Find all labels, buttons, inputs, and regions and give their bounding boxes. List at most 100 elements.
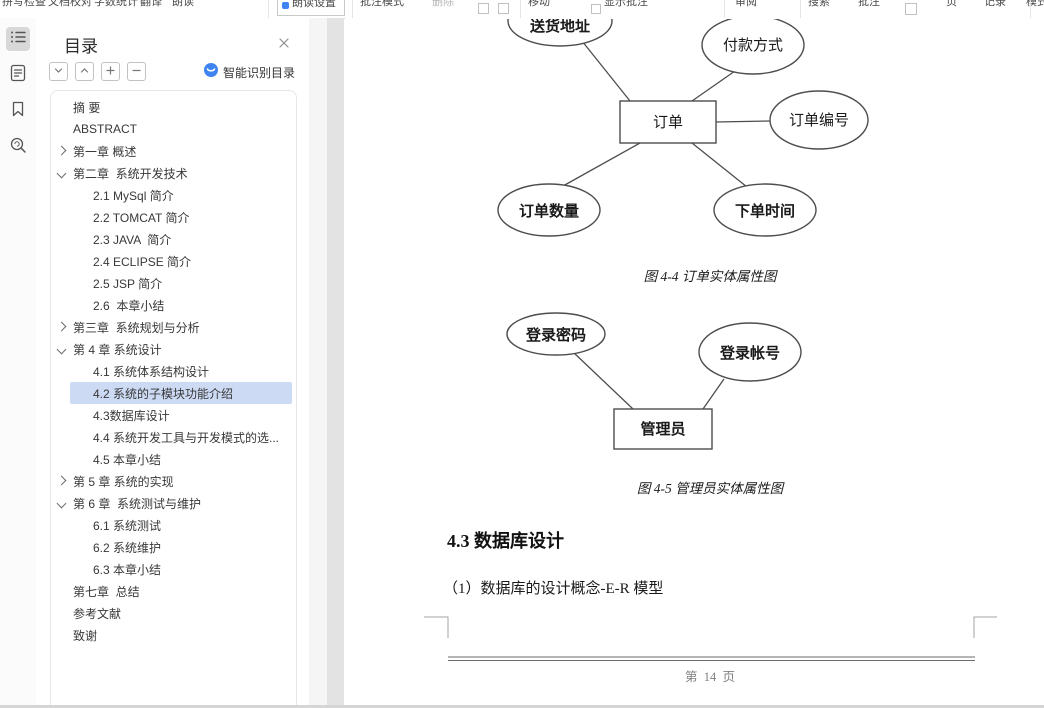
- collapse-all-button[interactable]: [127, 62, 146, 81]
- toc-item[interactable]: 2.4 ECLIPSE 简介: [70, 250, 292, 272]
- panel-gutter: [309, 18, 327, 708]
- toolbar-item[interactable]: 拼写检查: [2, 0, 46, 9]
- toolbar-separator: [800, 0, 801, 18]
- toolbar-mini-icon[interactable]: [498, 3, 509, 14]
- figure-caption: 图 4-5 管理员实体属性图: [637, 481, 786, 496]
- toc-item[interactable]: 4.2 系统的子模块功能介绍: [70, 382, 292, 404]
- search-button[interactable]: [6, 135, 30, 159]
- chevron-right-icon[interactable]: [56, 145, 67, 156]
- toolbar-mini-icon[interactable]: [478, 3, 489, 14]
- footer-rule: [448, 656, 975, 661]
- toolbar-item[interactable]: 翻译: [140, 0, 162, 9]
- toc-item[interactable]: 参考文献: [70, 602, 292, 624]
- toc-item[interactable]: 6.2 系统维护: [70, 536, 292, 558]
- toolbar-item[interactable]: 审阅: [735, 0, 757, 9]
- expand-all-button[interactable]: [101, 62, 120, 81]
- toc-item-label: 4.3数据库设计: [93, 408, 170, 423]
- toolbar-item[interactable]: 字数统计: [94, 0, 138, 9]
- toc-item[interactable]: 第三章 系统规划与分析: [56, 316, 292, 338]
- toolbar-separator: [520, 0, 521, 18]
- toolbar-separator: [268, 0, 269, 18]
- toc-item[interactable]: 第 4 章 系统设计: [56, 338, 292, 360]
- margin-corner-marks: [424, 616, 997, 638]
- toc-item[interactable]: 4.1 系统体系结构设计: [70, 360, 292, 382]
- chevron-right-icon[interactable]: [56, 321, 67, 332]
- smart-toc-label: 智能识别目录: [223, 66, 296, 80]
- toc-item[interactable]: 第七章 总结: [70, 580, 292, 602]
- attribute-label: 登录帐号: [719, 344, 780, 362]
- toc-item-label: 参考文献: [73, 606, 122, 621]
- plus-icon: [105, 63, 116, 81]
- toc-panel-button[interactable]: [6, 27, 30, 51]
- toc-item[interactable]: 4.3数据库设计: [70, 404, 292, 426]
- toc-item[interactable]: 摘 要: [70, 96, 292, 118]
- comment-list-icon: [8, 63, 28, 88]
- scroll-to-top-button[interactable]: [75, 62, 94, 81]
- toc-item[interactable]: 2.3 JAVA 简介: [70, 228, 292, 250]
- chevron-down-icon[interactable]: [56, 344, 67, 355]
- close-sidebar-button[interactable]: [278, 36, 290, 54]
- close-icon: [278, 36, 290, 53]
- toolbar-separator: [352, 0, 353, 18]
- toc-item[interactable]: 6.1 系统测试: [70, 514, 292, 536]
- toc-item[interactable]: 4.4 系统开发工具与开发模式的选...: [70, 426, 292, 448]
- toolbar-item[interactable]: 朗读: [172, 0, 194, 9]
- toc-item[interactable]: 2.6 本章小结: [70, 294, 292, 316]
- attribute-label: 付款方式: [723, 37, 783, 54]
- chevron-down-icon[interactable]: [56, 498, 67, 509]
- toc-item-label: ABSTRACT: [73, 122, 138, 136]
- toc-item-label: 致谢: [73, 628, 98, 643]
- left-icon-rail: [0, 18, 36, 708]
- minus-icon: [131, 63, 142, 81]
- pdf-reader-window: 拼写检查文档校对字数统计翻译朗读批注模式删除移动显示批注审阅搜索批注页记录模式 …: [0, 0, 1044, 708]
- toolbar-separator: [724, 0, 725, 18]
- toolbar-item[interactable]: 记录: [984, 0, 1006, 9]
- entity-label: 订单: [653, 114, 683, 131]
- toolbar-item[interactable]: 显示批注: [604, 0, 648, 9]
- toolbar-item[interactable]: 移动: [528, 0, 550, 9]
- chevron-down-icon[interactable]: [56, 168, 67, 179]
- toc-item[interactable]: 第一章 概述: [56, 140, 292, 162]
- top-toolbar: 拼写检查文档校对字数统计翻译朗读批注模式删除移动显示批注审阅搜索批注页记录模式 …: [0, 0, 1044, 19]
- toc-item[interactable]: 第 6 章 系统测试与维护: [56, 492, 292, 514]
- toc-item[interactable]: 致谢: [70, 624, 292, 646]
- vertical-scrollbar[interactable]: [327, 18, 344, 708]
- toc-item[interactable]: 2.5 JSP 简介: [70, 272, 292, 294]
- toolbar-item[interactable]: 页: [946, 0, 957, 9]
- document-page[interactable]: 送货地址 付款方式 订单编号 订单数量 下单时间 订单 图 4-4 订单实体属性…: [345, 18, 1044, 705]
- toc-item[interactable]: 2.2 TOMCAT 简介: [70, 206, 292, 228]
- bookmark-button[interactable]: [6, 99, 30, 123]
- toolbar-item[interactable]: 文档校对: [48, 0, 92, 9]
- toc-item-label: 2.5 JSP 简介: [93, 276, 163, 291]
- toolbar-item[interactable]: 删除: [432, 0, 454, 9]
- section-heading: 4.3 数据库设计: [447, 531, 564, 551]
- speaker-icon: [282, 2, 289, 9]
- toolbar-item[interactable]: 模式: [1026, 0, 1044, 9]
- toc-controls: [49, 62, 146, 81]
- toolbar-selected-item[interactable]: 朗读设置: [277, 0, 345, 16]
- toc-item[interactable]: 第二章 系统开发技术: [56, 162, 292, 184]
- toc-item[interactable]: 6.3 本章小结: [70, 558, 292, 580]
- toolbar-separator: [1030, 0, 1031, 18]
- attribute-label: 订单数量: [519, 202, 579, 220]
- toc-item-label: 第七章 总结: [73, 584, 140, 599]
- sidebar-title: 目录: [64, 37, 98, 56]
- toc-item[interactable]: 4.5 本章小结: [70, 448, 292, 470]
- chevron-down-icon: [53, 63, 64, 81]
- checkbox-icon[interactable]: [591, 4, 601, 14]
- chevron-right-icon[interactable]: [56, 475, 67, 486]
- collapse-to-current-button[interactable]: [49, 62, 68, 81]
- toolbar-item[interactable]: 搜索: [808, 0, 830, 9]
- toc-item[interactable]: 2.1 MySql 简介: [70, 184, 292, 206]
- smart-toc-button[interactable]: 智能识别目录: [204, 63, 295, 82]
- toc-item[interactable]: ABSTRACT: [70, 118, 292, 140]
- toc-item-label: 2.4 ECLIPSE 简介: [93, 254, 192, 269]
- toc-item-label: 2.2 TOMCAT 简介: [93, 210, 190, 225]
- toolbar-item[interactable]: 批注: [858, 0, 880, 9]
- toc-item-label: 4.5 本章小结: [93, 452, 162, 467]
- toc-item[interactable]: 第 5 章 系统的实现: [56, 470, 292, 492]
- toolbar-item[interactable]: 批注模式: [360, 0, 404, 9]
- toc-item-label: 4.2 系统的子模块功能介绍: [93, 386, 234, 401]
- page-thumb-icon[interactable]: [905, 3, 917, 15]
- comment-list-button[interactable]: [6, 63, 30, 87]
